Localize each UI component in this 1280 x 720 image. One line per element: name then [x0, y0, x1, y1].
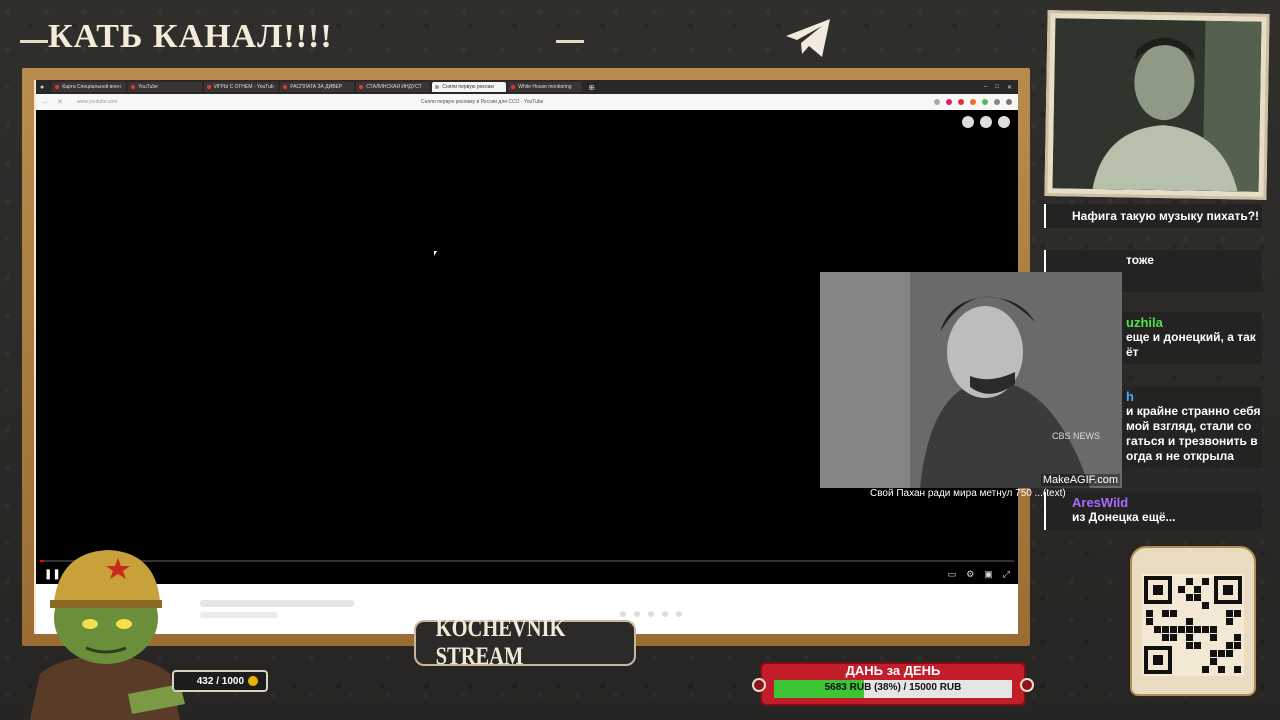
page-title: Сняли первую рекламу в России для ССО - … [421, 99, 544, 105]
tab-item[interactable]: Карта Специальной воен [52, 82, 127, 92]
reload-icon[interactable]: ✕ [57, 98, 63, 106]
webcam-frame [1044, 10, 1270, 200]
loading-icon [435, 85, 440, 89]
bookmark-icon[interactable] [934, 99, 940, 105]
banner-dash-right [556, 40, 584, 43]
chat-message-text: еще и донецкий, а так ёт [1126, 330, 1256, 359]
chat-message: Нафига такую музыку пихать?! [1044, 204, 1262, 228]
stream-logo: KOCHEVNIK STREAM [414, 615, 636, 670]
tab-bar: ● Карта Специальной воен YouTube ИГРЫ С … [36, 80, 1018, 94]
maximize-icon[interactable]: □ [995, 84, 999, 91]
extensions [934, 99, 1012, 105]
xp-counter: 432 / 1000 [172, 670, 268, 692]
player-control-icon[interactable] [962, 116, 974, 128]
youtube-favicon-icon [359, 85, 364, 89]
donation-gif: CBS NEWS MakeAGIF.com [820, 272, 1122, 488]
loading-dots [620, 611, 682, 617]
tab-label: СТАЛИНСКАЯ ИНДУСТ [366, 84, 422, 90]
telegram-icon [786, 19, 830, 57]
fullscreen-icon[interactable]: ⤢ [1003, 569, 1010, 580]
tab-item[interactable]: White House monitoring [508, 82, 583, 92]
youtube-favicon-icon [207, 85, 212, 89]
orc-mascot [30, 550, 185, 720]
theater-mode-icon[interactable]: ▣ [984, 569, 993, 580]
new-tab-icon[interactable]: ⊕ [588, 83, 595, 92]
tab-label: РАСПЛАТА ЗА ДИВЕР [290, 84, 343, 90]
skeleton-line [200, 612, 278, 618]
chat-message-text: Нафига такую музыку пихать?! [1072, 209, 1260, 223]
goal-progress-text: 5683 RUB (38%) / 15000 RUB [824, 682, 962, 693]
donation-goal: ДАНЬ за ДЕНЬ 5683 RUB (38%) / 15000 RUB [752, 662, 1034, 706]
chat-message-text: из Донецка ещё... [1072, 510, 1176, 524]
favicon-icon [55, 85, 60, 89]
address-bar: ← ✕ www.youtube.com Сняли первую рекламу… [36, 94, 1018, 110]
skeleton-line [200, 600, 354, 607]
player-control-icon[interactable] [998, 116, 1010, 128]
tab-item[interactable]: YouTube [128, 82, 203, 92]
extension-icon[interactable] [982, 99, 988, 105]
stream-logo-text: KOCHEVNIK STREAM [435, 615, 566, 670]
tab-item-active[interactable]: Сняли первую реклам [432, 82, 507, 92]
download-icon[interactable] [1006, 99, 1012, 105]
gif-image [820, 272, 1122, 488]
mouse-cursor-icon [434, 251, 437, 256]
donation-caption: Свой Пахан ради мира метнул 750 ...(text… [870, 488, 1066, 499]
qr-code [1142, 574, 1244, 676]
player-control-icon[interactable] [980, 116, 992, 128]
chat-username: uzhila [1126, 315, 1163, 330]
banner-dash-left [20, 40, 48, 43]
url-field[interactable]: www.youtube.com [77, 99, 118, 105]
tab-label: Сняли первую реклам [442, 84, 494, 90]
bolt-icon [752, 678, 766, 692]
settings-gear-icon[interactable]: ⚙ [966, 569, 974, 580]
goal-title: ДАНЬ за ДЕНЬ [845, 663, 941, 678]
tab-label: YouTube [138, 84, 158, 90]
tab-item[interactable]: РАСПЛАТА ЗА ДИВЕР [280, 82, 355, 92]
extension-icon[interactable] [970, 99, 976, 105]
extension-icon[interactable] [946, 99, 952, 105]
cbs-news-logo: CBS NEWS [1052, 431, 1101, 441]
webcam-feed [1052, 18, 1262, 192]
bolt-icon [1020, 678, 1034, 692]
chat-username: h [1126, 389, 1134, 404]
chat-username: AresWild [1072, 495, 1129, 510]
extension-icon[interactable] [958, 99, 964, 105]
banner-marquee-text: КАТЬ КАНАЛ!!!! [48, 18, 333, 55]
tab-item[interactable]: ИГРЫ С ОГНЕМ - YouTub [204, 82, 279, 92]
minimize-icon[interactable]: – [984, 84, 987, 91]
tab-label: ИГРЫ С ОГНЕМ - YouTub [214, 84, 274, 90]
close-icon[interactable]: ✕ [1007, 84, 1012, 91]
gif-watermark: MakeAGIF.com [1040, 474, 1120, 486]
streamer-silhouette [1052, 18, 1262, 192]
chat-message-text: тоже [1126, 253, 1154, 267]
tab-label: White House monitoring [518, 84, 572, 90]
youtube-favicon-icon [511, 85, 516, 89]
youtube-favicon-icon [131, 85, 136, 89]
tab-item[interactable]: СТАЛИНСКАЯ ИНДУСТ [356, 82, 431, 92]
xp-counter-text: 432 / 1000 [196, 675, 244, 687]
chat-message-text: и крайне странно себя мой взгляд, стали … [1126, 404, 1261, 463]
extension-icon[interactable] [994, 99, 1000, 105]
browser-menu-icon[interactable]: ● [40, 84, 44, 91]
tab-label: Карта Специальной воен [62, 84, 121, 90]
youtube-favicon-icon [283, 85, 288, 89]
back-icon[interactable]: ← [42, 99, 49, 106]
chat-message: AresWild из Донецка ещё... [1044, 492, 1262, 530]
coin-icon [248, 676, 258, 686]
subtitles-icon[interactable]: ▭ [948, 569, 957, 580]
goal-progress-bar: 5683 RUB (38%) / 15000 RUB [774, 680, 1012, 698]
